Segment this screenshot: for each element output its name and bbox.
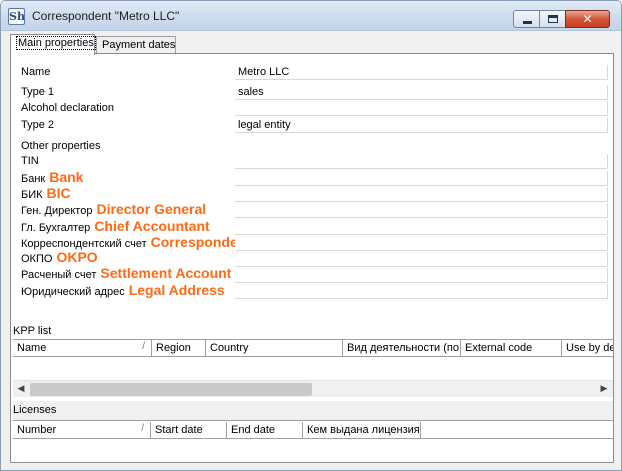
legal-address-field[interactable] [235,284,608,299]
license-col-issued-by[interactable]: Кем выдана лицензия [303,422,421,438]
kpp-list-header: Name / Region Country Вид деятельности (п… [13,340,613,357]
minimize-button[interactable] [513,10,540,28]
type2-field[interactable]: legal entity [235,118,608,133]
chief-accountant-field[interactable] [235,220,608,235]
sort-icon: / [141,423,144,434]
kpp-list-grid: Name / Region Country Вид деятельности (п… [13,339,613,381]
tab-payment-dates[interactable]: Payment dates [96,36,176,54]
settlement-account-label-en: Settlement Account [100,265,232,281]
okpo-label-en: OKPO [56,249,98,265]
type2-label: Type 2 [21,119,55,131]
bic-field[interactable] [235,187,608,202]
kpp-list-heading: KPP list [13,325,52,337]
scroll-thumb[interactable] [30,383,312,396]
bic-label-en: BIC [46,185,71,201]
scroll-right-icon[interactable]: ▶ [597,383,611,396]
chief-accountant-label: Гл. Бухгалтер Chief Accountant [21,218,210,234]
settlement-account-label: Расченый счет Settlement Account [21,265,231,281]
kpp-col-external-code[interactable]: External code [461,340,562,356]
kpp-col-activity-type[interactable]: Вид деятельности (по [343,340,461,356]
settlement-account-field[interactable] [235,268,608,283]
tin-field[interactable] [235,154,608,169]
bank-label-ru: Банк [21,173,46,185]
type1-field[interactable]: sales [235,85,608,100]
bank-label-en: Bank [49,169,84,185]
license-col-number-label: Number [17,424,57,436]
chief-accountant-label-en: Chief Accountant [94,218,210,234]
main-properties-panel: Name Metro LLC Type 1 sales Alcohol decl… [10,53,614,463]
window-title: Correspondent "Metro LLC" [32,9,180,23]
director-field[interactable] [235,203,608,218]
kpp-col-use-by[interactable]: Use by de [562,340,613,356]
sort-icon: / [142,341,145,352]
license-col-start-date[interactable]: Start date [151,422,227,438]
okpo-label: ОКПО OKPO [21,249,98,265]
correspondent-window: Sh Correspondent "Metro LLC" ✕ Main prop… [0,0,622,471]
legal-address-label-ru: Юридический адрес [21,286,125,298]
maximize-icon [548,15,558,23]
license-col-end-date[interactable]: End date [227,422,303,438]
alcohol-declaration-field[interactable] [235,101,608,116]
chief-accountant-label-ru: Гл. Бухгалтер [21,222,91,234]
name-label: Name [21,66,51,78]
bic-label: БИК BIC [21,185,71,201]
other-properties-heading: Other properties [21,140,101,152]
licenses-grid: Number / Start date End date Кем выдана л… [13,422,613,462]
kpp-col-region[interactable]: Region [152,340,206,356]
close-icon: ✕ [582,12,593,26]
license-col-number[interactable]: Number / [13,422,151,438]
bank-label: Банк Bank [21,169,83,185]
name-field[interactable]: Metro LLC [235,65,608,80]
director-label: Ген. Директор Director General [21,201,206,217]
tab-main-properties[interactable]: Main properties [10,34,96,55]
tab-main-properties-label: Main properties [16,36,96,50]
settlement-account-label-ru: Расченый счет [21,269,97,281]
alcohol-declaration-label: Alcohol declaration [21,102,114,114]
director-label-en: Director General [96,201,207,217]
correspondent-account-field[interactable] [235,236,608,251]
legal-address-label: Юридический адрес Legal Address [21,282,225,298]
licenses-header: Number / Start date End date Кем выдана л… [13,422,613,439]
app-icon: Sh [8,8,25,25]
tab-payment-dates-label: Payment dates [102,39,176,51]
licenses-heading: Licenses [13,404,57,416]
minimize-icon [523,21,532,24]
close-button[interactable]: ✕ [565,10,610,28]
legal-address-label-en: Legal Address [128,282,225,298]
kpp-col-country[interactable]: Country [206,340,343,356]
okpo-field[interactable] [235,252,608,267]
type1-label: Type 1 [21,86,55,98]
maximize-button[interactable] [539,10,566,28]
title-bar[interactable]: Sh Correspondent "Metro LLC" ✕ [1,1,621,31]
kpp-col-name[interactable]: Name / [13,340,152,356]
director-label-ru: Ген. Директор [21,205,93,217]
scroll-left-icon[interactable]: ◀ [14,383,28,396]
bic-label-ru: БИК [21,189,43,201]
kpp-horizontal-scrollbar[interactable]: ◀ ▶ [13,380,613,397]
bank-field[interactable] [235,171,608,186]
okpo-label-ru: ОКПО [21,253,53,265]
kpp-col-name-label: Name [17,342,47,354]
licenses-header-band: Licenses [13,401,613,421]
tin-label: TIN [21,155,39,167]
